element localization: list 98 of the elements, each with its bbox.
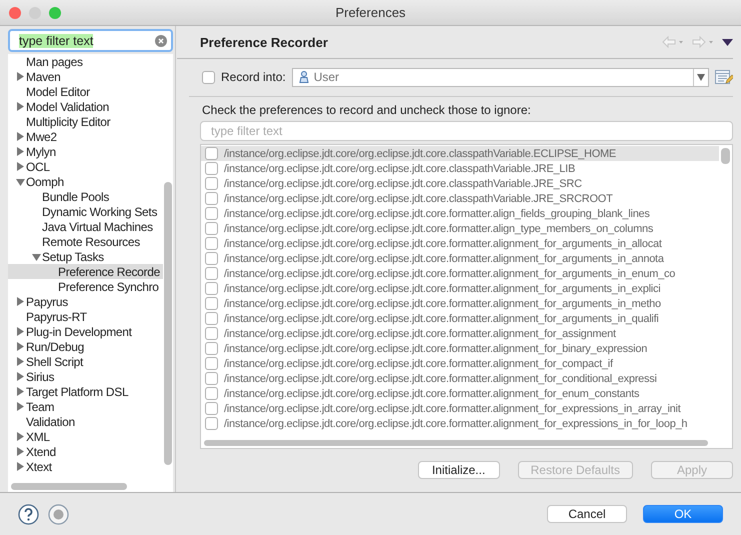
action-button[interactable]: Initialize... bbox=[418, 461, 500, 479]
tree-item[interactable]: Xtext bbox=[8, 459, 163, 474]
tree-item[interactable]: Target Platform DSL bbox=[8, 384, 163, 399]
tree-item[interactable]: Remote Resources bbox=[8, 234, 163, 249]
tree-item[interactable]: Mwe2 bbox=[8, 129, 163, 144]
preference-row[interactable]: /instance/org.eclipse.jdt.core/org.eclipse.jdt.core.formatter.alignment_for_binary_expression bbox=[201, 341, 719, 356]
tree-item[interactable]: Mylyn bbox=[8, 144, 163, 159]
preference-checkbox[interactable] bbox=[205, 237, 218, 250]
dialog-button[interactable]: OK bbox=[643, 505, 723, 523]
preference-checkbox[interactable] bbox=[205, 402, 218, 415]
record-checkbox[interactable] bbox=[202, 70, 215, 84]
tree-item[interactable]: Maven bbox=[8, 69, 163, 84]
tree-item[interactable]: Sirius bbox=[8, 369, 163, 384]
tree-item[interactable]: Team bbox=[8, 399, 163, 414]
preference-row[interactable]: /instance/org.eclipse.jdt.core/org.eclipse.jdt.core.formatter.alignment_for_expressions_in_array_init bbox=[201, 401, 719, 416]
clear-icon[interactable] bbox=[155, 34, 167, 46]
tree-item[interactable]: Xtend bbox=[8, 444, 163, 459]
preference-checkbox[interactable] bbox=[205, 342, 218, 355]
preference-row[interactable]: /instance/org.eclipse.jdt.core/org.eclipse.jdt.core.formatter.align_fields_grouping_blank_lines bbox=[201, 206, 719, 221]
preference-row[interactable]: /instance/org.eclipse.jdt.core/org.eclipse.jdt.core.classpathVariable.JRE_LIB bbox=[201, 161, 719, 176]
preference-row[interactable]: /instance/org.eclipse.jdt.core/org.eclipse.jdt.core.formatter.alignment_for_arguments_in_qualifi bbox=[201, 311, 719, 326]
preference-checkbox[interactable] bbox=[205, 297, 218, 310]
tree-item[interactable]: XML bbox=[8, 429, 163, 444]
preference-checkbox[interactable] bbox=[205, 372, 218, 385]
tree-item[interactable]: Setup Tasks bbox=[8, 249, 163, 264]
tree-item[interactable]: Run/Debug bbox=[8, 339, 163, 354]
tree-item[interactable]: Bundle Pools bbox=[8, 189, 163, 204]
dialog-button[interactable]: Cancel bbox=[547, 505, 627, 523]
tree-item[interactable]: Model Validation bbox=[8, 99, 163, 114]
preference-row[interactable]: /instance/org.eclipse.jdt.core/org.eclipse.jdt.core.formatter.alignment_for_conditional_expressi bbox=[201, 371, 719, 386]
forward-icon[interactable] bbox=[692, 36, 714, 48]
preference-checkbox[interactable] bbox=[205, 177, 218, 190]
record-label: Record into: bbox=[221, 70, 286, 84]
collapsed-arrow-icon[interactable] bbox=[16, 102, 24, 111]
preference-checkbox[interactable] bbox=[205, 222, 218, 235]
preference-checkbox[interactable] bbox=[205, 147, 218, 160]
preference-filter-field[interactable]: type filter text bbox=[200, 121, 733, 141]
preference-row[interactable]: /instance/org.eclipse.jdt.core/org.eclipse.jdt.core.classpathVariable.ECLIPSE_HOME bbox=[201, 146, 719, 161]
preference-checkbox[interactable] bbox=[205, 192, 218, 205]
preference-checkbox[interactable] bbox=[205, 387, 218, 400]
minimize-icon[interactable] bbox=[29, 6, 41, 18]
preference-checkbox[interactable] bbox=[205, 327, 218, 340]
collapsed-arrow-icon[interactable] bbox=[16, 297, 24, 306]
tree-item[interactable]: Oomph bbox=[8, 174, 163, 189]
record-target-dropdown[interactable]: User bbox=[292, 68, 709, 86]
preference-row[interactable]: /instance/org.eclipse.jdt.core/org.eclipse.jdt.core.classpathVariable.JRE_SRCROOT bbox=[201, 191, 719, 206]
scrollbar-thumb[interactable] bbox=[721, 148, 730, 164]
preference-row[interactable]: /instance/org.eclipse.jdt.core/org.eclipse.jdt.core.formatter.alignment_for_arguments_in_explici bbox=[201, 281, 719, 296]
scrollbar-thumb[interactable] bbox=[164, 182, 172, 465]
tree-item[interactable]: Plug-in Development bbox=[8, 324, 163, 339]
back-icon[interactable] bbox=[662, 36, 684, 48]
collapsed-arrow-icon[interactable] bbox=[16, 72, 24, 81]
menu-icon[interactable] bbox=[722, 38, 733, 46]
preference-checkbox[interactable] bbox=[205, 357, 218, 370]
preference-row[interactable]: /instance/org.eclipse.jdt.core/org.eclipse.jdt.core.formatter.alignment_for_compact_if bbox=[201, 356, 719, 371]
preference-checkbox[interactable] bbox=[205, 252, 218, 265]
preference-row[interactable]: /instance/org.eclipse.jdt.core/org.eclipse.jdt.core.formatter.alignment_for_expressions_in_for_loop_h bbox=[201, 416, 719, 431]
preference-checkbox[interactable] bbox=[205, 267, 218, 280]
tree-item[interactable]: Model Editor bbox=[8, 84, 163, 99]
tree-item[interactable]: Papyrus-RT bbox=[8, 309, 163, 324]
preference-row[interactable]: /instance/org.eclipse.jdt.core/org.eclipse.jdt.core.formatter.alignment_for_assignment bbox=[201, 326, 719, 341]
preference-checkbox[interactable] bbox=[205, 417, 218, 430]
stop-icon[interactable] bbox=[48, 504, 69, 524]
user-icon bbox=[298, 71, 309, 83]
tree-item[interactable]: Multiplicity Editor bbox=[8, 114, 163, 129]
tree-item[interactable]: OCL bbox=[8, 159, 163, 174]
dropdown-arrow-icon bbox=[697, 74, 705, 80]
tree-item[interactable]: Preference Recorde bbox=[8, 264, 163, 279]
tree-item[interactable]: Validation bbox=[8, 414, 163, 429]
zoom-icon[interactable] bbox=[49, 6, 61, 18]
preference-checkbox[interactable] bbox=[205, 162, 218, 175]
tree-item[interactable]: Papyrus bbox=[8, 294, 163, 309]
tree-item[interactable]: Java Virtual Machines bbox=[8, 219, 163, 234]
help-icon[interactable] bbox=[18, 504, 39, 524]
tree-item[interactable]: Dynamic Working Sets bbox=[8, 204, 163, 219]
preference-row[interactable]: /instance/org.eclipse.jdt.core/org.eclipse.jdt.core.formatter.alignment_for_arguments_in_metho bbox=[201, 296, 719, 311]
scrollbar-thumb[interactable] bbox=[11, 483, 127, 490]
preference-checkbox[interactable] bbox=[205, 312, 218, 325]
expanded-arrow-icon[interactable] bbox=[16, 178, 25, 186]
tree-item[interactable]: Preference Synchro bbox=[8, 279, 163, 294]
tree-item[interactable]: Shell Script bbox=[8, 354, 163, 369]
preference-row[interactable]: /instance/org.eclipse.jdt.core/org.eclipse.jdt.core.classpathVariable.JRE_SRC bbox=[201, 176, 719, 191]
window-title: Preferences bbox=[334, 5, 407, 20]
page-title: Preference Recorder bbox=[199, 34, 328, 50]
tree-item[interactable]: Man pages bbox=[8, 54, 163, 69]
preference-row[interactable]: /instance/org.eclipse.jdt.core/org.eclipse.jdt.core.formatter.alignment_for_arguments_in_annota bbox=[201, 251, 719, 266]
edit-icon[interactable] bbox=[715, 69, 733, 85]
preference-row[interactable]: /instance/org.eclipse.jdt.core/org.eclipse.jdt.core.formatter.align_type_members_on_columns bbox=[201, 221, 719, 236]
instruction-text: Check the preferences to record and uncheck those to ignore: bbox=[201, 102, 532, 119]
scrollbar-thumb[interactable] bbox=[204, 440, 708, 446]
preference-checkbox[interactable] bbox=[205, 207, 218, 220]
filter-field[interactable]: type filter text bbox=[8, 29, 173, 52]
preference-checkbox[interactable] bbox=[205, 282, 218, 295]
preference-row[interactable]: /instance/org.eclipse.jdt.core/org.eclipse.jdt.core.formatter.alignment_for_arguments_in_enum_co bbox=[201, 266, 719, 281]
preference-row[interactable]: /instance/org.eclipse.jdt.core/org.eclipse.jdt.core.formatter.alignment_for_enum_constants bbox=[201, 386, 719, 401]
close-icon[interactable] bbox=[9, 6, 21, 18]
expanded-arrow-icon[interactable] bbox=[32, 252, 41, 260]
preference-row[interactable]: /instance/org.eclipse.jdt.core/org.eclipse.jdt.core.formatter.alignment_for_arguments_in_allocat bbox=[201, 236, 719, 251]
